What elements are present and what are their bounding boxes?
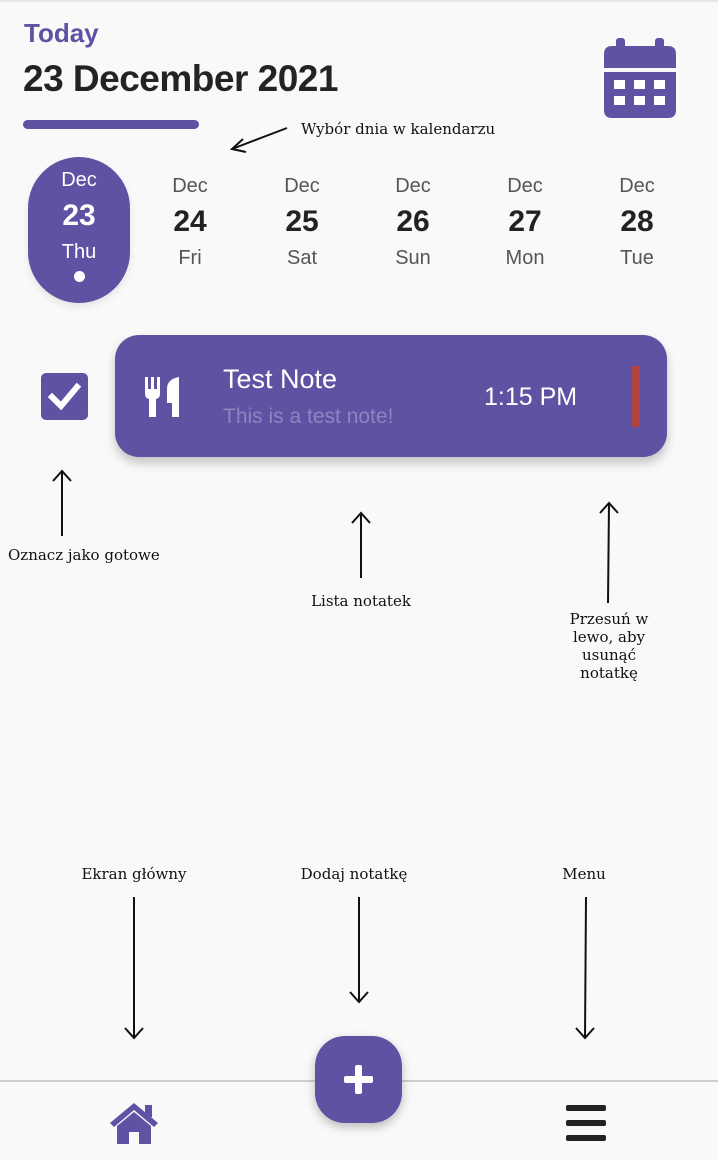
annotation-swipe-delete: Przesuń w lewo, aby usunąć notatkę [569, 610, 649, 682]
annotation-add-note: Dodaj notatkę [300, 865, 408, 883]
annotation-home: Ekran główny [81, 865, 187, 883]
menu-button[interactable] [565, 1104, 607, 1142]
hamburger-menu-icon [566, 1105, 606, 1141]
home-button[interactable] [108, 1101, 160, 1145]
annotation-menu: Menu [562, 865, 606, 883]
annotation-arrows [52, 127, 619, 1040]
home-icon [110, 1103, 158, 1144]
annotation-notes-list: Lista notatek [311, 592, 411, 610]
plus-icon [344, 1065, 373, 1094]
annotation-mark-done: Oznacz jako gotowe [8, 546, 160, 564]
add-note-button[interactable] [315, 1036, 402, 1123]
